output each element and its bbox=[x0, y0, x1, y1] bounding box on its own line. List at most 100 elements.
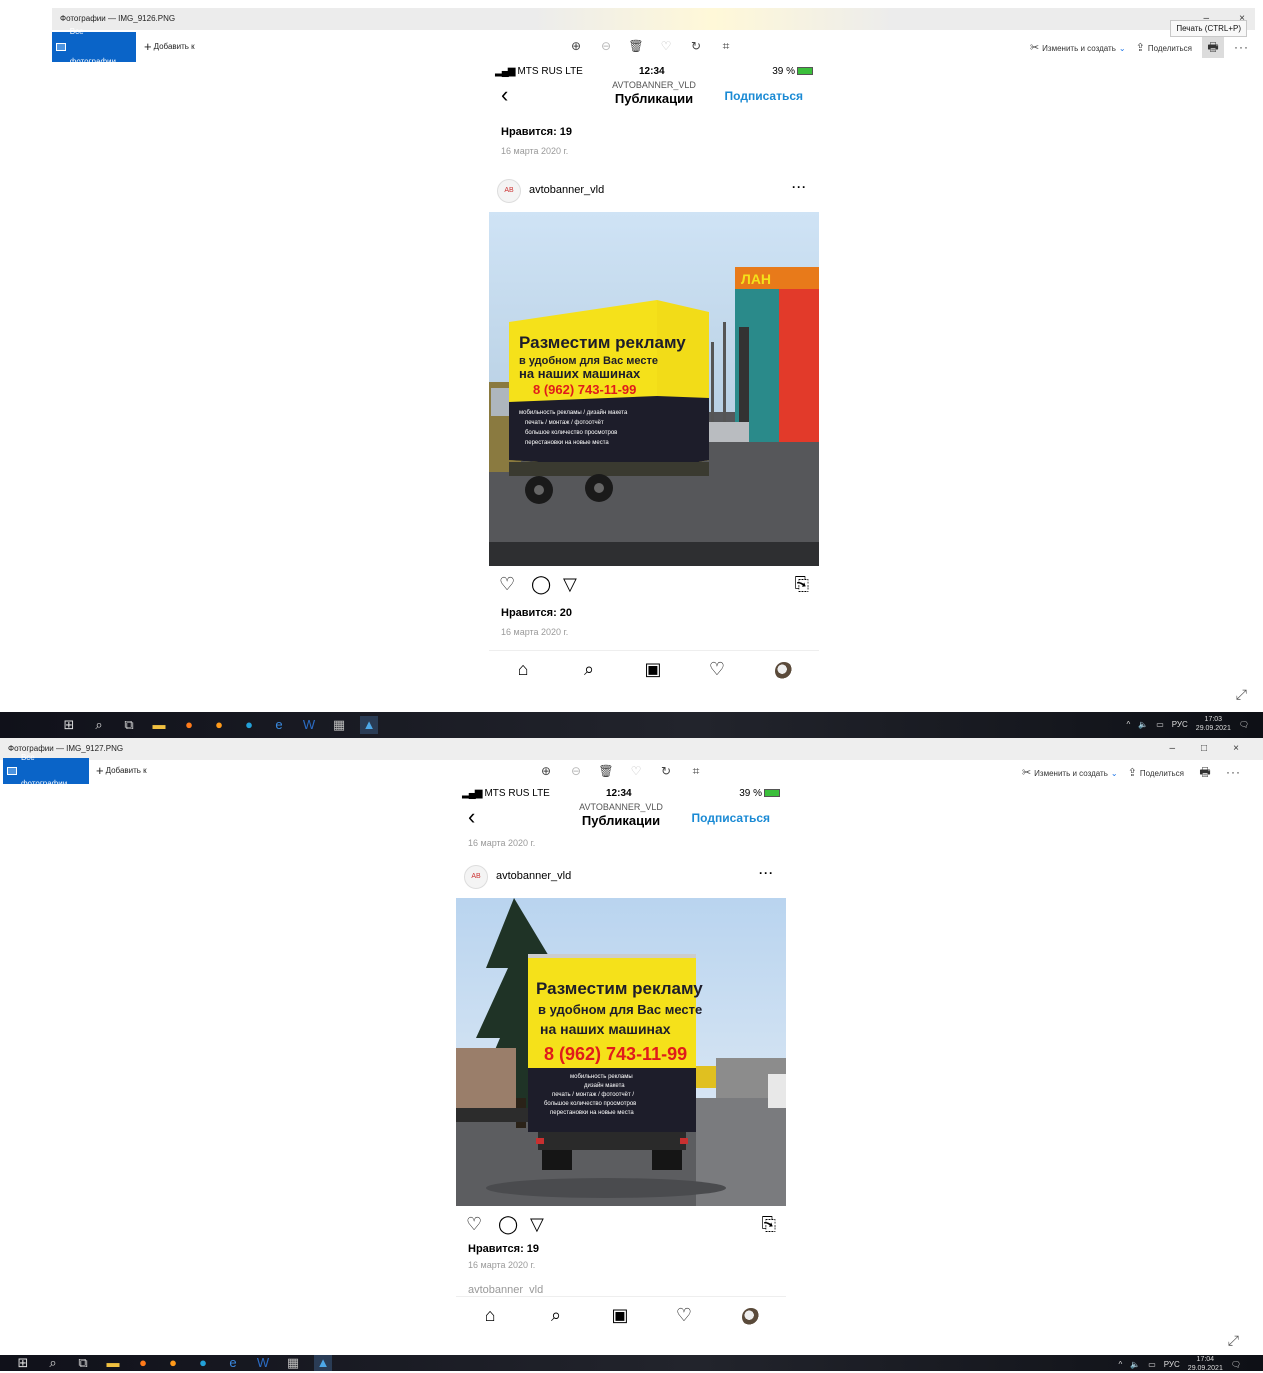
crop-icon[interactable]: ⌗ bbox=[688, 764, 704, 779]
browser-icon[interactable]: ● bbox=[210, 716, 228, 734]
windows-start-icon[interactable]: ⊞ bbox=[14, 1355, 32, 1371]
volume-icon[interactable]: 🔈 bbox=[1138, 720, 1148, 729]
clock[interactable]: 17:03 29.09.2021 bbox=[1196, 715, 1231, 733]
firefox-icon[interactable]: ● bbox=[134, 1355, 152, 1371]
notifications-icon[interactable]: 🗨 bbox=[1239, 720, 1249, 729]
follow-button[interactable]: Подписаться bbox=[725, 89, 803, 103]
rotate-icon[interactable]: ↻ bbox=[658, 764, 674, 779]
task-view-icon[interactable]: ⧉ bbox=[74, 1355, 92, 1371]
home-icon[interactable]: ⌂ bbox=[478, 1305, 502, 1326]
volume-icon[interactable]: 🔈 bbox=[1130, 1360, 1140, 1369]
battery: 39 % bbox=[772, 66, 813, 77]
heart-icon[interactable]: ♡ bbox=[658, 39, 674, 54]
explorer-icon[interactable]: ▬ bbox=[104, 1355, 122, 1371]
all-photos-button[interactable]: Все фотографии bbox=[52, 27, 136, 66]
more-icon[interactable]: ··· bbox=[1234, 40, 1249, 54]
all-photos-button[interactable]: Все фотографии bbox=[3, 753, 89, 788]
search-icon[interactable]: ⌕ bbox=[577, 659, 601, 680]
share-icon: ⇪ bbox=[1127, 766, 1137, 779]
share-button[interactable]: ⇪ Поделиться bbox=[1136, 41, 1192, 54]
photos-app-icon[interactable]: ▲ bbox=[314, 1355, 332, 1371]
post-username[interactable]: avtobanner_vld bbox=[496, 870, 571, 882]
word-icon[interactable]: W bbox=[254, 1355, 272, 1371]
avatar[interactable]: AB bbox=[497, 179, 521, 203]
rotate-icon[interactable]: ↻ bbox=[688, 39, 704, 54]
more-icon[interactable]: ··· bbox=[792, 180, 807, 194]
zoom-out-icon[interactable]: ⊖ bbox=[598, 39, 614, 54]
app-icon[interactable]: ▦ bbox=[330, 716, 348, 734]
reels-icon[interactable]: ▣ bbox=[641, 659, 665, 680]
home-icon[interactable]: ⌂ bbox=[511, 659, 535, 680]
profile-avatar[interactable] bbox=[742, 1308, 760, 1326]
print-button[interactable]: 🖶 bbox=[1202, 36, 1224, 58]
chevron-up-icon[interactable]: ^ bbox=[1126, 720, 1130, 729]
bookmark-icon[interactable]: ⎘ bbox=[762, 1214, 776, 1235]
browser-icon[interactable]: ● bbox=[164, 1355, 182, 1371]
plus-icon: + bbox=[96, 763, 104, 778]
share-button[interactable]: ⇪ Поделиться bbox=[1128, 766, 1184, 779]
crop-icon[interactable]: ⌗ bbox=[718, 39, 734, 54]
windows-start-icon[interactable]: ⊞ bbox=[60, 716, 78, 734]
word-icon[interactable]: W bbox=[300, 716, 318, 734]
print-button[interactable]: 🖶 bbox=[1194, 761, 1216, 783]
heart-icon[interactable]: ♡ bbox=[705, 659, 729, 680]
fullscreen-icon[interactable]: ⤢ bbox=[1228, 1332, 1239, 1349]
follow-button[interactable]: Подписаться bbox=[692, 811, 770, 825]
zoom-in-icon[interactable]: ⊕ bbox=[538, 764, 554, 779]
comment-icon[interactable]: ◯ bbox=[498, 1214, 518, 1235]
ie-icon[interactable]: e bbox=[270, 716, 288, 734]
zoom-out-icon[interactable]: ⊖ bbox=[568, 764, 584, 779]
add-to-button[interactable]: + Добавить к bbox=[96, 758, 147, 784]
heart-icon[interactable]: ♡ bbox=[672, 1305, 696, 1326]
battery-text: 39 % bbox=[739, 788, 762, 799]
toolbar-right: ✂ Изменить и создать ⌄ ⇪ Поделиться 🖶 ··· bbox=[1022, 758, 1241, 786]
toolbar: Все фотографии + Добавить к ⊕ ⊖ 🗑 ♡ ↻ ⌗ ✂… bbox=[0, 753, 1263, 788]
ie-icon[interactable]: e bbox=[224, 1355, 242, 1371]
post-username[interactable]: avtobanner_vld bbox=[529, 184, 604, 196]
bookmark-icon[interactable]: ⎘ bbox=[795, 574, 809, 595]
add-to-button[interactable]: + Добавить к bbox=[144, 32, 195, 62]
app-icon[interactable]: ▦ bbox=[284, 1355, 302, 1371]
heart-icon[interactable]: ♡ bbox=[628, 764, 644, 779]
post-likes: Нравится: 20 bbox=[501, 607, 573, 619]
fullscreen-icon[interactable]: ⤢ bbox=[1236, 686, 1247, 703]
task-view-icon[interactable]: ⧉ bbox=[120, 716, 138, 734]
search-icon[interactable]: ⌕ bbox=[90, 716, 108, 734]
notifications-icon[interactable]: 🗨 bbox=[1231, 1360, 1241, 1369]
heart-icon[interactable]: ♡ bbox=[499, 574, 515, 595]
avatar[interactable]: AB bbox=[464, 865, 488, 889]
profile-avatar[interactable] bbox=[775, 662, 793, 680]
more-icon[interactable]: ··· bbox=[759, 866, 774, 880]
network-icon[interactable]: ▭ bbox=[1148, 1360, 1156, 1369]
chevron-up-icon[interactable]: ^ bbox=[1118, 1360, 1122, 1369]
trash-icon[interactable]: 🗑 bbox=[598, 764, 614, 779]
chrome-icon[interactable]: ● bbox=[240, 716, 258, 734]
edit-create-button[interactable]: ✂ Изменить и создать ⌄ bbox=[1030, 41, 1126, 54]
more-icon[interactable]: ··· bbox=[1226, 765, 1241, 779]
banner-line-3: на наших машинах bbox=[519, 366, 641, 381]
close-icon[interactable]: × bbox=[1233, 738, 1239, 760]
post-date: 16 марта 2020 г. bbox=[501, 627, 569, 637]
edit-create-button[interactable]: ✂ Изменить и создать ⌄ bbox=[1022, 766, 1118, 779]
firefox-icon[interactable]: ● bbox=[180, 716, 198, 734]
chrome-icon[interactable]: ● bbox=[194, 1355, 212, 1371]
comment-icon[interactable]: ◯ bbox=[531, 574, 551, 595]
search-icon[interactable]: ⌕ bbox=[544, 1305, 568, 1326]
maximize-icon[interactable]: □ bbox=[1201, 738, 1207, 760]
reels-icon[interactable]: ▣ bbox=[608, 1305, 632, 1326]
language-indicator[interactable]: РУС bbox=[1172, 720, 1188, 729]
search-icon[interactable]: ⌕ bbox=[44, 1355, 62, 1371]
zoom-in-icon[interactable]: ⊕ bbox=[568, 39, 584, 54]
explorer-icon[interactable]: ▬ bbox=[150, 716, 168, 734]
trash-icon[interactable]: 🗑 bbox=[628, 39, 644, 54]
minimize-icon[interactable]: – bbox=[1169, 738, 1175, 760]
taskbar-apps: ⊞ ⌕ ⧉ ▬ ● ● ● e W ▦ ▲ bbox=[60, 716, 378, 734]
send-icon[interactable]: ▽ bbox=[563, 574, 577, 595]
photos-app-icon[interactable]: ▲ bbox=[360, 716, 378, 734]
send-icon[interactable]: ▽ bbox=[530, 1214, 544, 1235]
heart-icon[interactable]: ♡ bbox=[466, 1214, 482, 1235]
toolbar: Все фотографии + Добавить к ⊕ ⊖ 🗑 ♡ ↻ ⌗ ✂… bbox=[0, 27, 1263, 66]
language-indicator[interactable]: РУС bbox=[1164, 1360, 1180, 1369]
clock[interactable]: 17:04 29.09.2021 bbox=[1188, 1355, 1223, 1373]
network-icon[interactable]: ▭ bbox=[1156, 720, 1164, 729]
